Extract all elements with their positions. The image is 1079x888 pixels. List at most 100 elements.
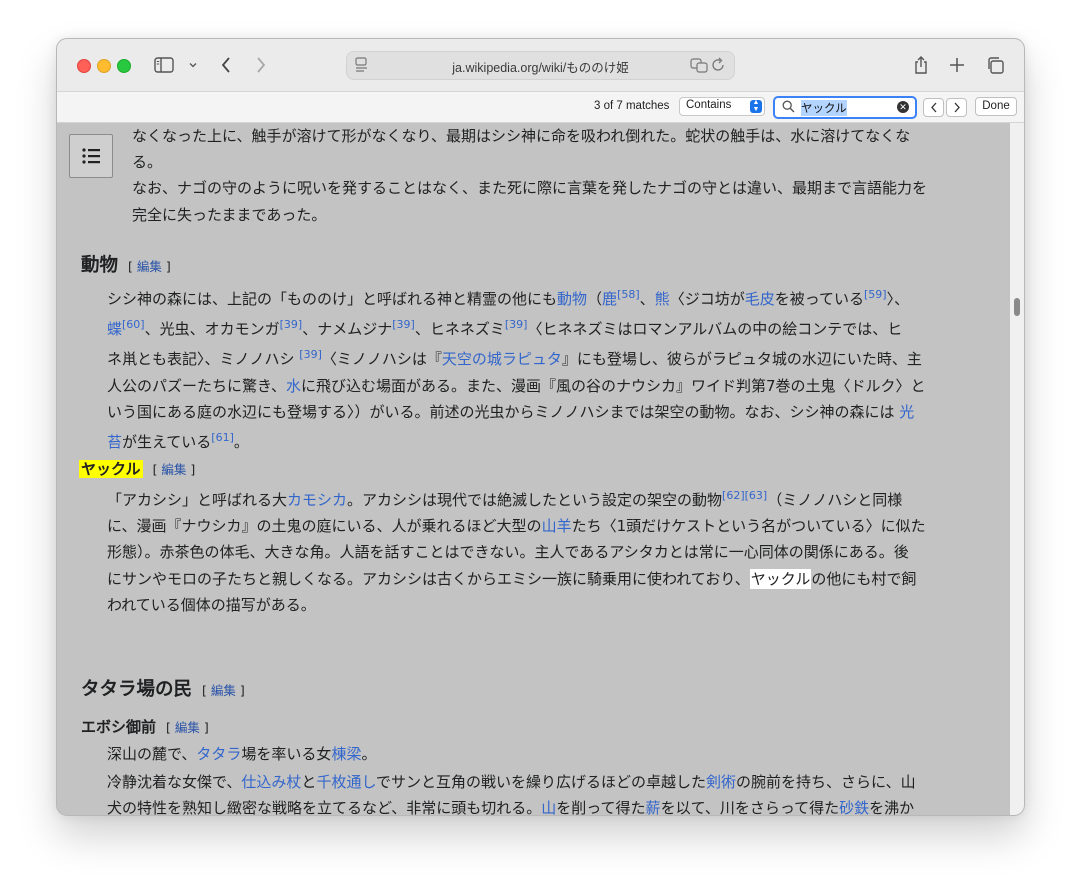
link[interactable]: 山羊 (542, 517, 572, 535)
match-count: 3 of 7 matches (594, 100, 670, 112)
text-line: 形態）。赤茶色の体毛、大きな角。人語を話すことはできない。主人であるアシタカとは… (107, 543, 909, 562)
tab-overview-icon[interactable] (985, 53, 1005, 77)
clear-search-icon[interactable]: ✕ (897, 101, 909, 113)
close-window-button[interactable] (77, 59, 91, 73)
link[interactable]: 天空の城ラピュタ (442, 350, 562, 368)
link[interactable]: 熊 (655, 290, 670, 308)
edit-section-link: [ 編集 ] (202, 683, 245, 698)
edit-section-link: [ 編集 ] (166, 720, 209, 735)
citation[interactable]: [61] (211, 431, 234, 444)
text-line: シシ神の森には、上記の「もののけ」と呼ばれる神と精霊の他にも動物（鹿[58]、熊… (107, 288, 910, 308)
text-line: 蝶[60]、光虫、オカモンガ[39]、ナメムジナ[39]、ヒネネズミ[39]〈ヒ… (107, 318, 903, 339)
back-icon[interactable] (218, 53, 234, 77)
heading-text: タタラ場の民 (81, 679, 193, 700)
find-input[interactable]: ヤックル ✕ (773, 96, 917, 119)
text-line: なくなった上に、触手が溶けて形がなくなり、最期はシシ神に命を吸われ倒れた。蛇状の… (132, 127, 911, 145)
heading-text: エボシ御前 (81, 718, 157, 736)
link[interactable]: 蝶 (107, 320, 122, 338)
link[interactable]: 山 (541, 799, 556, 815)
sidebar-icon[interactable] (153, 53, 175, 77)
text-line: ネ鼡とも表記〉、ミノノハシ [39]〈ミノノハシは『天空の城ラピュタ』にも登場し… (107, 348, 922, 369)
find-query: ヤックル (801, 100, 847, 116)
done-button[interactable]: Done (975, 97, 1017, 116)
text-line: 「アカシシ」と呼ばれる大カモシカ。アカシシは現代では絶滅したという設定の架空の動… (107, 489, 903, 509)
citation[interactable]: [39] (280, 318, 303, 331)
link[interactable]: 仕込み杖 (241, 773, 301, 791)
text-line: に、漫画『ナウシカ』の土鬼の庭にいる、人が乗れるほど大型の山羊たち〈1頭だけケス… (107, 517, 926, 536)
link[interactable]: 棟梁 (331, 745, 361, 763)
citation[interactable]: [59] (864, 288, 887, 301)
previous-match-button[interactable] (923, 98, 944, 117)
scrollbar[interactable] (1010, 123, 1024, 815)
link[interactable]: 毛皮 (745, 290, 775, 308)
citation[interactable]: [39] (299, 348, 322, 361)
link[interactable]: 光 (899, 403, 914, 421)
edit-section-link: [ 編集 ] (128, 259, 171, 274)
share-icon[interactable] (912, 53, 930, 77)
text-line: 冷静沈着な女傑で、仕込み杖と千枚通しでサンと互角の戦いを繰り広げるほどの卓越した… (107, 773, 916, 792)
toolbar: ja.wikipedia.org/wiki/もののけ姫 (57, 39, 1024, 92)
heading-text: 動物 (81, 255, 119, 276)
edit-section-link: [ 編集 ] (152, 462, 196, 477)
text-line: 苔が生えている[61]。 (107, 431, 249, 452)
edit-link[interactable]: 編集 (211, 683, 236, 698)
citation[interactable]: [39] (505, 318, 528, 331)
url-text: ja.wikipedia.org/wiki/もののけ姫 (452, 61, 629, 75)
link[interactable]: 砂鉄 (839, 799, 869, 815)
edit-link[interactable]: 編集 (175, 720, 200, 735)
paragraph-eboshi: 深山の麓で、タタラ場を率いる女棟梁。 冷静沈着な女傑で、仕込み杖と千枚通しでサン… (107, 741, 987, 815)
find-bar: 3 of 7 matches Contains ▲ ▼ ヤックル ✕ Done (57, 92, 1024, 123)
edit-link[interactable]: 編集 (161, 462, 186, 477)
citation[interactable]: [39] (392, 318, 415, 331)
article-content: なくなった上に、触手が溶けて形がなくなり、最期はシシ神に命を吸われ倒れた。蛇状の… (57, 123, 1010, 815)
reload-icon[interactable] (711, 57, 726, 77)
link[interactable]: カモシカ (287, 491, 347, 509)
text-line: なお、ナゴの守のように呪いを発することはなく、また死に際に言葉を発したナゴの守と… (132, 179, 928, 198)
text-line: われている個体の描写がある。 (107, 595, 316, 614)
text-line: 人公のパズーたちに驚き、水に飛び込む場面がある。また、漫画『風の谷のナウシカ』ワ… (107, 376, 926, 395)
next-match-button[interactable] (946, 98, 967, 117)
scrollbar-thumb[interactable] (1014, 298, 1020, 316)
paragraph-animals: シシ神の森には、上記の「もののけ」と呼ばれる神と精霊の他にも動物（鹿[58]、熊… (107, 282, 987, 455)
address-bar[interactable]: ja.wikipedia.org/wiki/もののけ姫 (346, 51, 735, 80)
zoom-window-button[interactable] (117, 59, 131, 73)
heading-yakkuru: ヤックル [ 編集 ] (79, 458, 195, 479)
link[interactable]: 鹿 (602, 290, 617, 308)
text-line: る。 (132, 153, 163, 172)
text-line: 犬の特性を熟知し緻密な戦略を立てるなど、非常に頭も切れる。山を削って得た薪を以て… (107, 795, 987, 815)
link[interactable]: 動物 (557, 290, 587, 308)
edit-link[interactable]: 編集 (137, 259, 162, 274)
link[interactable]: 水 (286, 377, 301, 395)
browser-window: ja.wikipedia.org/wiki/もののけ姫 3 of 7 match… (56, 38, 1025, 816)
text-line: 深山の麓で、タタラ場を率いる女棟梁。 (107, 745, 377, 763)
link[interactable]: 苔 (107, 433, 122, 451)
link[interactable]: 薪 (646, 799, 661, 815)
text-line: いう国にある庭の水辺にも登場する〉）がいる。前述の光虫からミノノハシまでは架空の… (107, 402, 915, 421)
list-icon (82, 148, 100, 164)
link[interactable]: 剣術 (706, 773, 736, 791)
translate-icon[interactable] (690, 57, 708, 77)
heading-animals: 動物 [ 編集 ] (81, 251, 171, 277)
find-match: ヤックル (749, 568, 812, 589)
paragraph-top: なくなった上に、触手が溶けて形がなくなり、最期はシシ神に命を吸われ倒れた。蛇状の… (132, 123, 1002, 228)
chevron-down-icon[interactable] (187, 53, 199, 77)
match-mode-select[interactable]: Contains ▲ ▼ (679, 97, 765, 116)
table-of-contents-button[interactable] (69, 134, 113, 178)
new-tab-icon[interactable] (948, 53, 966, 77)
select-arrows-icon: ▲ ▼ (750, 99, 762, 113)
forward-icon[interactable] (253, 53, 269, 77)
minimize-window-button[interactable] (97, 59, 111, 73)
search-icon (782, 100, 795, 118)
text-line: 完全に失ったままであった。 (132, 205, 327, 224)
paragraph-yakkuru: 「アカシシ」と呼ばれる大カモシカ。アカシシは現代では絶滅したという設定の架空の動… (107, 483, 987, 618)
text-line: にサンやモロの子たちと親しくなる。アカシシは古くからエミシ一族に騎乗用に使われて… (107, 568, 917, 589)
citation[interactable]: [62][63] (722, 489, 767, 502)
heading-tatara: タタラ場の民 [ 編集 ] (81, 675, 245, 701)
citation[interactable]: [58] (617, 288, 640, 301)
citation[interactable]: [60] (122, 318, 145, 331)
heading-eboshi: エボシ御前 [ 編集 ] (81, 716, 209, 737)
match-mode-label: Contains (686, 99, 732, 111)
link[interactable]: タタラ (196, 745, 241, 763)
find-highlight: ヤックル (79, 460, 143, 478)
link[interactable]: 千枚通し (316, 773, 376, 791)
